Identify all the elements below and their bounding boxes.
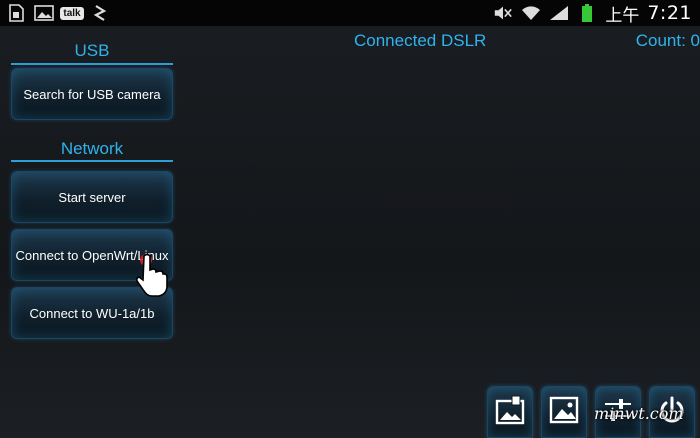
- start-server-button[interactable]: Start server: [11, 171, 173, 223]
- gallery-icon: [34, 4, 54, 22]
- wifi-icon: [521, 4, 541, 22]
- usb-icon: [90, 4, 110, 22]
- usb-divider: [11, 63, 173, 65]
- count-label: Count: 0: [635, 31, 700, 50]
- network-section-title: Network: [60, 139, 124, 158]
- sd-card-icon: [6, 4, 26, 22]
- battery-icon: [577, 4, 597, 22]
- hand-pointer-icon: [135, 250, 168, 298]
- gallery-delete-button[interactable]: [487, 386, 533, 438]
- network-divider: [11, 160, 173, 162]
- status-ampm: 上午: [605, 5, 640, 26]
- usb-section-title: USB: [74, 41, 110, 60]
- gallery-icon: [549, 396, 579, 429]
- talk-icon: talk: [60, 4, 84, 22]
- signal-icon: [549, 4, 569, 22]
- watermark-text: minwt.com: [594, 404, 684, 423]
- talk-label: talk: [60, 6, 84, 20]
- gallery-button[interactable]: [541, 386, 587, 438]
- status-time: 7:21: [647, 2, 692, 24]
- mute-icon: [493, 4, 513, 22]
- gallery-delete-icon: [495, 395, 525, 430]
- status-bar: talk 上午 7:21: [0, 0, 700, 26]
- page-title: Connected DSLR: [354, 31, 487, 50]
- search-usb-camera-button[interactable]: Search for USB camera: [11, 68, 173, 120]
